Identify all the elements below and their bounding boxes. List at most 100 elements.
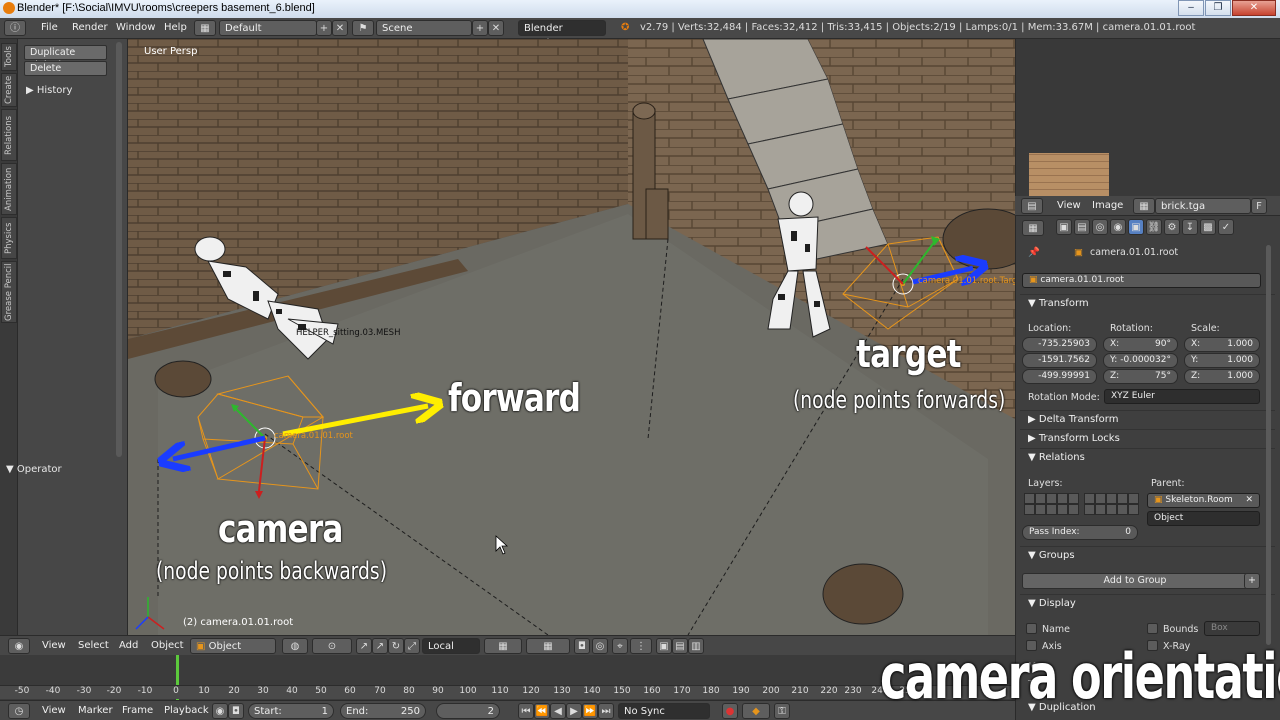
tab-create[interactable]: Create: [1, 73, 17, 107]
location-y-field[interactable]: -1591.7562: [1022, 353, 1097, 368]
current-frame-field[interactable]: 2: [436, 703, 500, 719]
image-name-field[interactable]: brick.tga: [1155, 198, 1251, 214]
data-tab-icon[interactable]: ↧: [1182, 219, 1198, 235]
render-tab-icon[interactable]: ▣: [1056, 219, 1072, 235]
world-tab-icon[interactable]: ◉: [1110, 219, 1126, 235]
timeline-menu-view[interactable]: View: [42, 703, 66, 719]
pin-icon[interactable]: 📌: [1028, 247, 1040, 258]
location-z-field[interactable]: -499.99991: [1022, 369, 1097, 384]
lock-range-icon[interactable]: ◘: [228, 703, 244, 719]
manipulator-icon[interactable]: ↗: [356, 638, 372, 654]
menu-object[interactable]: Object: [151, 638, 184, 654]
bounds-checkbox[interactable]: [1147, 623, 1158, 634]
parent-field[interactable]: ▣ Skeleton.Room ✕: [1147, 493, 1260, 508]
add-group-plus-icon[interactable]: +: [1244, 573, 1260, 589]
menu-render[interactable]: Render: [72, 20, 108, 36]
snap-element-icon[interactable]: ⋮: [630, 638, 652, 654]
rotation-mode-select[interactable]: XYZ Euler: [1104, 389, 1260, 404]
transform-panel-header[interactable]: ▼ Transform: [1022, 298, 1089, 309]
layers-tab-icon[interactable]: ▤: [1074, 219, 1090, 235]
scene-icon[interactable]: ⚑: [352, 20, 374, 36]
mode-select[interactable]: ▣ Object Mode: [190, 638, 276, 667]
material-tab-icon[interactable]: ▩: [1200, 219, 1216, 235]
prev-keyframe-icon[interactable]: ⏪: [534, 703, 550, 719]
render-engine-select[interactable]: Blender Render: [518, 20, 606, 49]
add-scene-icon[interactable]: +: [472, 20, 488, 36]
lock-icon[interactable]: ◘: [574, 638, 590, 654]
menu-select[interactable]: Select: [78, 638, 109, 654]
image-menu-view[interactable]: View: [1057, 198, 1081, 214]
timeline[interactable]: -50 -40 -30 -20 -10 0 10 20 30 40 50 60 …: [0, 655, 1015, 700]
properties-scrollbar[interactable]: [1266, 245, 1271, 645]
menu-add[interactable]: Add: [119, 638, 138, 654]
image-menu-image[interactable]: Image: [1092, 198, 1123, 214]
3d-viewport[interactable]: User Persp (2) camera.01.01.root HELPER_…: [128, 39, 1015, 635]
tab-relations[interactable]: Relations: [1, 109, 17, 161]
groups-panel-header[interactable]: ▼ Groups: [1022, 550, 1075, 561]
duplicate-linked-button[interactable]: Duplicate Linked: [24, 45, 107, 71]
timeline-menu-marker[interactable]: Marker: [78, 703, 113, 719]
rotation-x-field[interactable]: X: 90°: [1103, 337, 1178, 352]
delete-screen-icon[interactable]: ✕: [332, 20, 348, 36]
keying-set-icon[interactable]: ◆: [742, 703, 770, 719]
tab-physics[interactable]: Physics: [1, 217, 17, 259]
insert-key-icon[interactable]: ⚿: [774, 703, 790, 719]
object-tab-icon[interactable]: ▣: [1128, 219, 1144, 235]
scene-tab-icon[interactable]: ◎: [1092, 219, 1108, 235]
rotation-z-field[interactable]: Z: 75°: [1103, 369, 1178, 384]
scale-y-field[interactable]: Y: 1.000: [1184, 353, 1260, 368]
name-checkbox[interactable]: [1026, 623, 1037, 634]
timeline-ruler[interactable]: -50 -40 -30 -20 -10 0 10 20 30 40 50 60 …: [0, 685, 1015, 699]
next-keyframe-icon[interactable]: ⏩: [582, 703, 598, 719]
screen-layout-icon[interactable]: ▦: [194, 20, 216, 36]
render-anim-icon[interactable]: ▤: [672, 638, 688, 654]
scale-z-field[interactable]: Z: 1.000: [1184, 369, 1260, 384]
clear-parent-icon[interactable]: ✕: [1245, 494, 1253, 507]
object-name-field[interactable]: ▣ camera.01.01.root: [1022, 273, 1261, 288]
scale-icon[interactable]: ⤢: [404, 638, 420, 654]
tab-grease-pencil[interactable]: Grease Pencil: [1, 261, 17, 323]
image-browse-icon[interactable]: ▦: [1133, 198, 1155, 214]
location-x-field[interactable]: -735.25903: [1022, 337, 1097, 352]
close-button[interactable]: ✕: [1232, 0, 1276, 16]
editor-type-timeline-icon[interactable]: ◷: [8, 703, 30, 719]
rotation-y-field[interactable]: Y: -0.000032°: [1103, 353, 1178, 368]
menu-window[interactable]: Window: [116, 20, 155, 36]
tab-animation[interactable]: Animation: [1, 163, 17, 215]
timeline-menu-playback[interactable]: Playback: [164, 703, 209, 719]
keying-icon[interactable]: ◉: [212, 703, 228, 719]
play-reverse-icon[interactable]: ◀: [550, 703, 566, 719]
fake-user-button[interactable]: F: [1251, 198, 1267, 214]
menu-view[interactable]: View: [42, 638, 66, 654]
camera-view-icon[interactable]: ▥: [688, 638, 704, 654]
delete-scene-icon[interactable]: ✕: [488, 20, 504, 36]
history-panel-header[interactable]: ▶ History: [26, 85, 72, 96]
maximize-button[interactable]: ❐: [1205, 0, 1231, 16]
translate-icon[interactable]: ↗: [372, 638, 388, 654]
start-frame-field[interactable]: Start: 1: [248, 703, 334, 719]
jump-start-icon[interactable]: ⏮: [518, 703, 534, 719]
layers-2-icon[interactable]: ▦: [526, 638, 570, 654]
editor-type-image-icon[interactable]: ▤: [1021, 198, 1043, 214]
add-screen-icon[interactable]: +: [316, 20, 332, 36]
minimize-button[interactable]: –: [1178, 0, 1204, 16]
end-frame-field[interactable]: End: 250: [340, 703, 426, 719]
image-editor[interactable]: [1015, 39, 1280, 196]
physics-tab-icon[interactable]: ✓: [1218, 219, 1234, 235]
bounds-type-select[interactable]: Box: [1204, 621, 1260, 636]
sync-select[interactable]: No Sync: [618, 703, 710, 719]
add-to-group-button[interactable]: Add to Group: [1022, 573, 1248, 589]
relations-panel-header[interactable]: ▼ Relations: [1022, 452, 1085, 463]
pivot-icon[interactable]: ⊙: [312, 638, 352, 654]
menu-file[interactable]: File: [41, 20, 58, 36]
record-icon[interactable]: ●: [722, 703, 738, 719]
editor-type-info-icon[interactable]: ⓘ: [4, 20, 26, 36]
snap-icon[interactable]: ⌖: [612, 638, 628, 654]
delta-transform-panel-header[interactable]: ▶ Delta Transform: [1022, 414, 1118, 425]
menu-help[interactable]: Help: [164, 20, 187, 36]
delete-button[interactable]: Delete: [24, 61, 107, 76]
editor-type-properties-icon[interactable]: ▦: [1022, 220, 1044, 236]
shading-icon[interactable]: ◍: [282, 638, 308, 654]
scale-x-field[interactable]: X: 1.000: [1184, 337, 1260, 352]
scene-field[interactable]: Scene: [376, 20, 472, 36]
